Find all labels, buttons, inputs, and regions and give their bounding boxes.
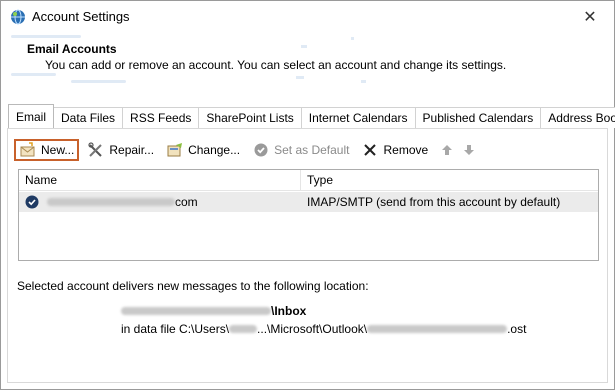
header-banner: Email Accounts You can add or remove an … [1, 33, 614, 88]
header-title: Email Accounts [27, 42, 117, 56]
accounts-list[interactable]: Name Type com IMAP/SMTP (send from this … [18, 169, 599, 261]
tab-sharepoint-lists[interactable]: SharePoint Lists [198, 107, 302, 128]
tab-internet-calendars[interactable]: Internet Calendars [300, 107, 416, 128]
new-button-label: New... [41, 143, 75, 157]
repair-button-label: Repair... [109, 143, 155, 157]
account-settings-window: Account Settings ✕ Email Accounts You ca… [0, 0, 615, 390]
remove-button[interactable]: Remove [357, 139, 432, 161]
repair-icon [87, 142, 105, 158]
default-account-check-icon [25, 195, 39, 209]
outlook-globe-icon [11, 9, 25, 25]
window-title: Account Settings [32, 9, 130, 24]
tab-email[interactable]: Email [8, 104, 55, 128]
header-description: You can add or remove an account. You ca… [45, 58, 507, 72]
tab-published-calendars[interactable]: Published Calendars [414, 107, 542, 128]
remove-x-icon [361, 142, 379, 158]
change-icon [166, 142, 184, 158]
account-name-suffix: com [175, 195, 198, 209]
data-file-middle: ...\Microsoft\Outlook\ [257, 322, 368, 336]
move-up-button[interactable] [436, 144, 458, 156]
account-row[interactable]: com IMAP/SMTP (send from this account by… [19, 192, 598, 212]
account-type-cell: IMAP/SMTP (send from this account by def… [307, 195, 561, 209]
repair-button[interactable]: Repair... [83, 139, 158, 161]
set-as-default-button[interactable]: Set as Default [248, 139, 353, 161]
new-button[interactable]: New... [14, 139, 80, 161]
redacted-email-address [47, 198, 175, 206]
tab-data-files[interactable]: Data Files [53, 107, 124, 128]
redacted-username [229, 325, 258, 333]
accounts-list-header: Name Type [19, 170, 598, 191]
change-button-label: Change... [188, 143, 241, 157]
delivery-location-label: Selected account delivers new messages t… [17, 279, 369, 293]
move-down-button[interactable] [458, 144, 480, 156]
delivery-inbox-path: \Inbox [121, 304, 306, 318]
remove-button-label: Remove [383, 143, 429, 157]
set-default-icon [252, 142, 270, 158]
account-name-cell: com [19, 192, 301, 212]
email-tab-panel: New... Repair... Change... Set as Defaul… [7, 128, 608, 383]
redacted-ost-filename [367, 325, 508, 333]
close-icon: ✕ [583, 9, 597, 26]
delivery-data-file-path: in data file C:\Users\ ...\Microsoft\Out… [121, 322, 526, 336]
set-as-default-label: Set as Default [274, 143, 350, 157]
tab-address-books[interactable]: Address Books [540, 107, 615, 128]
tab-rss-feeds[interactable]: RSS Feeds [122, 107, 200, 128]
account-toolbar: New... Repair... Change... Set as Defaul… [14, 138, 480, 162]
column-header-type[interactable]: Type [301, 170, 333, 190]
title-bar: Account Settings ✕ [1, 1, 614, 33]
column-header-name[interactable]: Name [19, 170, 301, 190]
close-button[interactable]: ✕ [570, 3, 610, 31]
redacted-mailbox-name [121, 307, 271, 315]
move-down-arrow-icon [464, 145, 475, 155]
data-file-prefix: in data file C:\Users\ [121, 322, 230, 336]
move-up-arrow-icon [442, 145, 453, 155]
new-account-icon [19, 142, 37, 158]
inbox-suffix: \Inbox [271, 304, 307, 318]
data-file-suffix: .ost [507, 322, 527, 336]
change-button[interactable]: Change... [162, 139, 244, 161]
tab-strip: Email Data Files RSS Feeds SharePoint Li… [8, 104, 615, 129]
